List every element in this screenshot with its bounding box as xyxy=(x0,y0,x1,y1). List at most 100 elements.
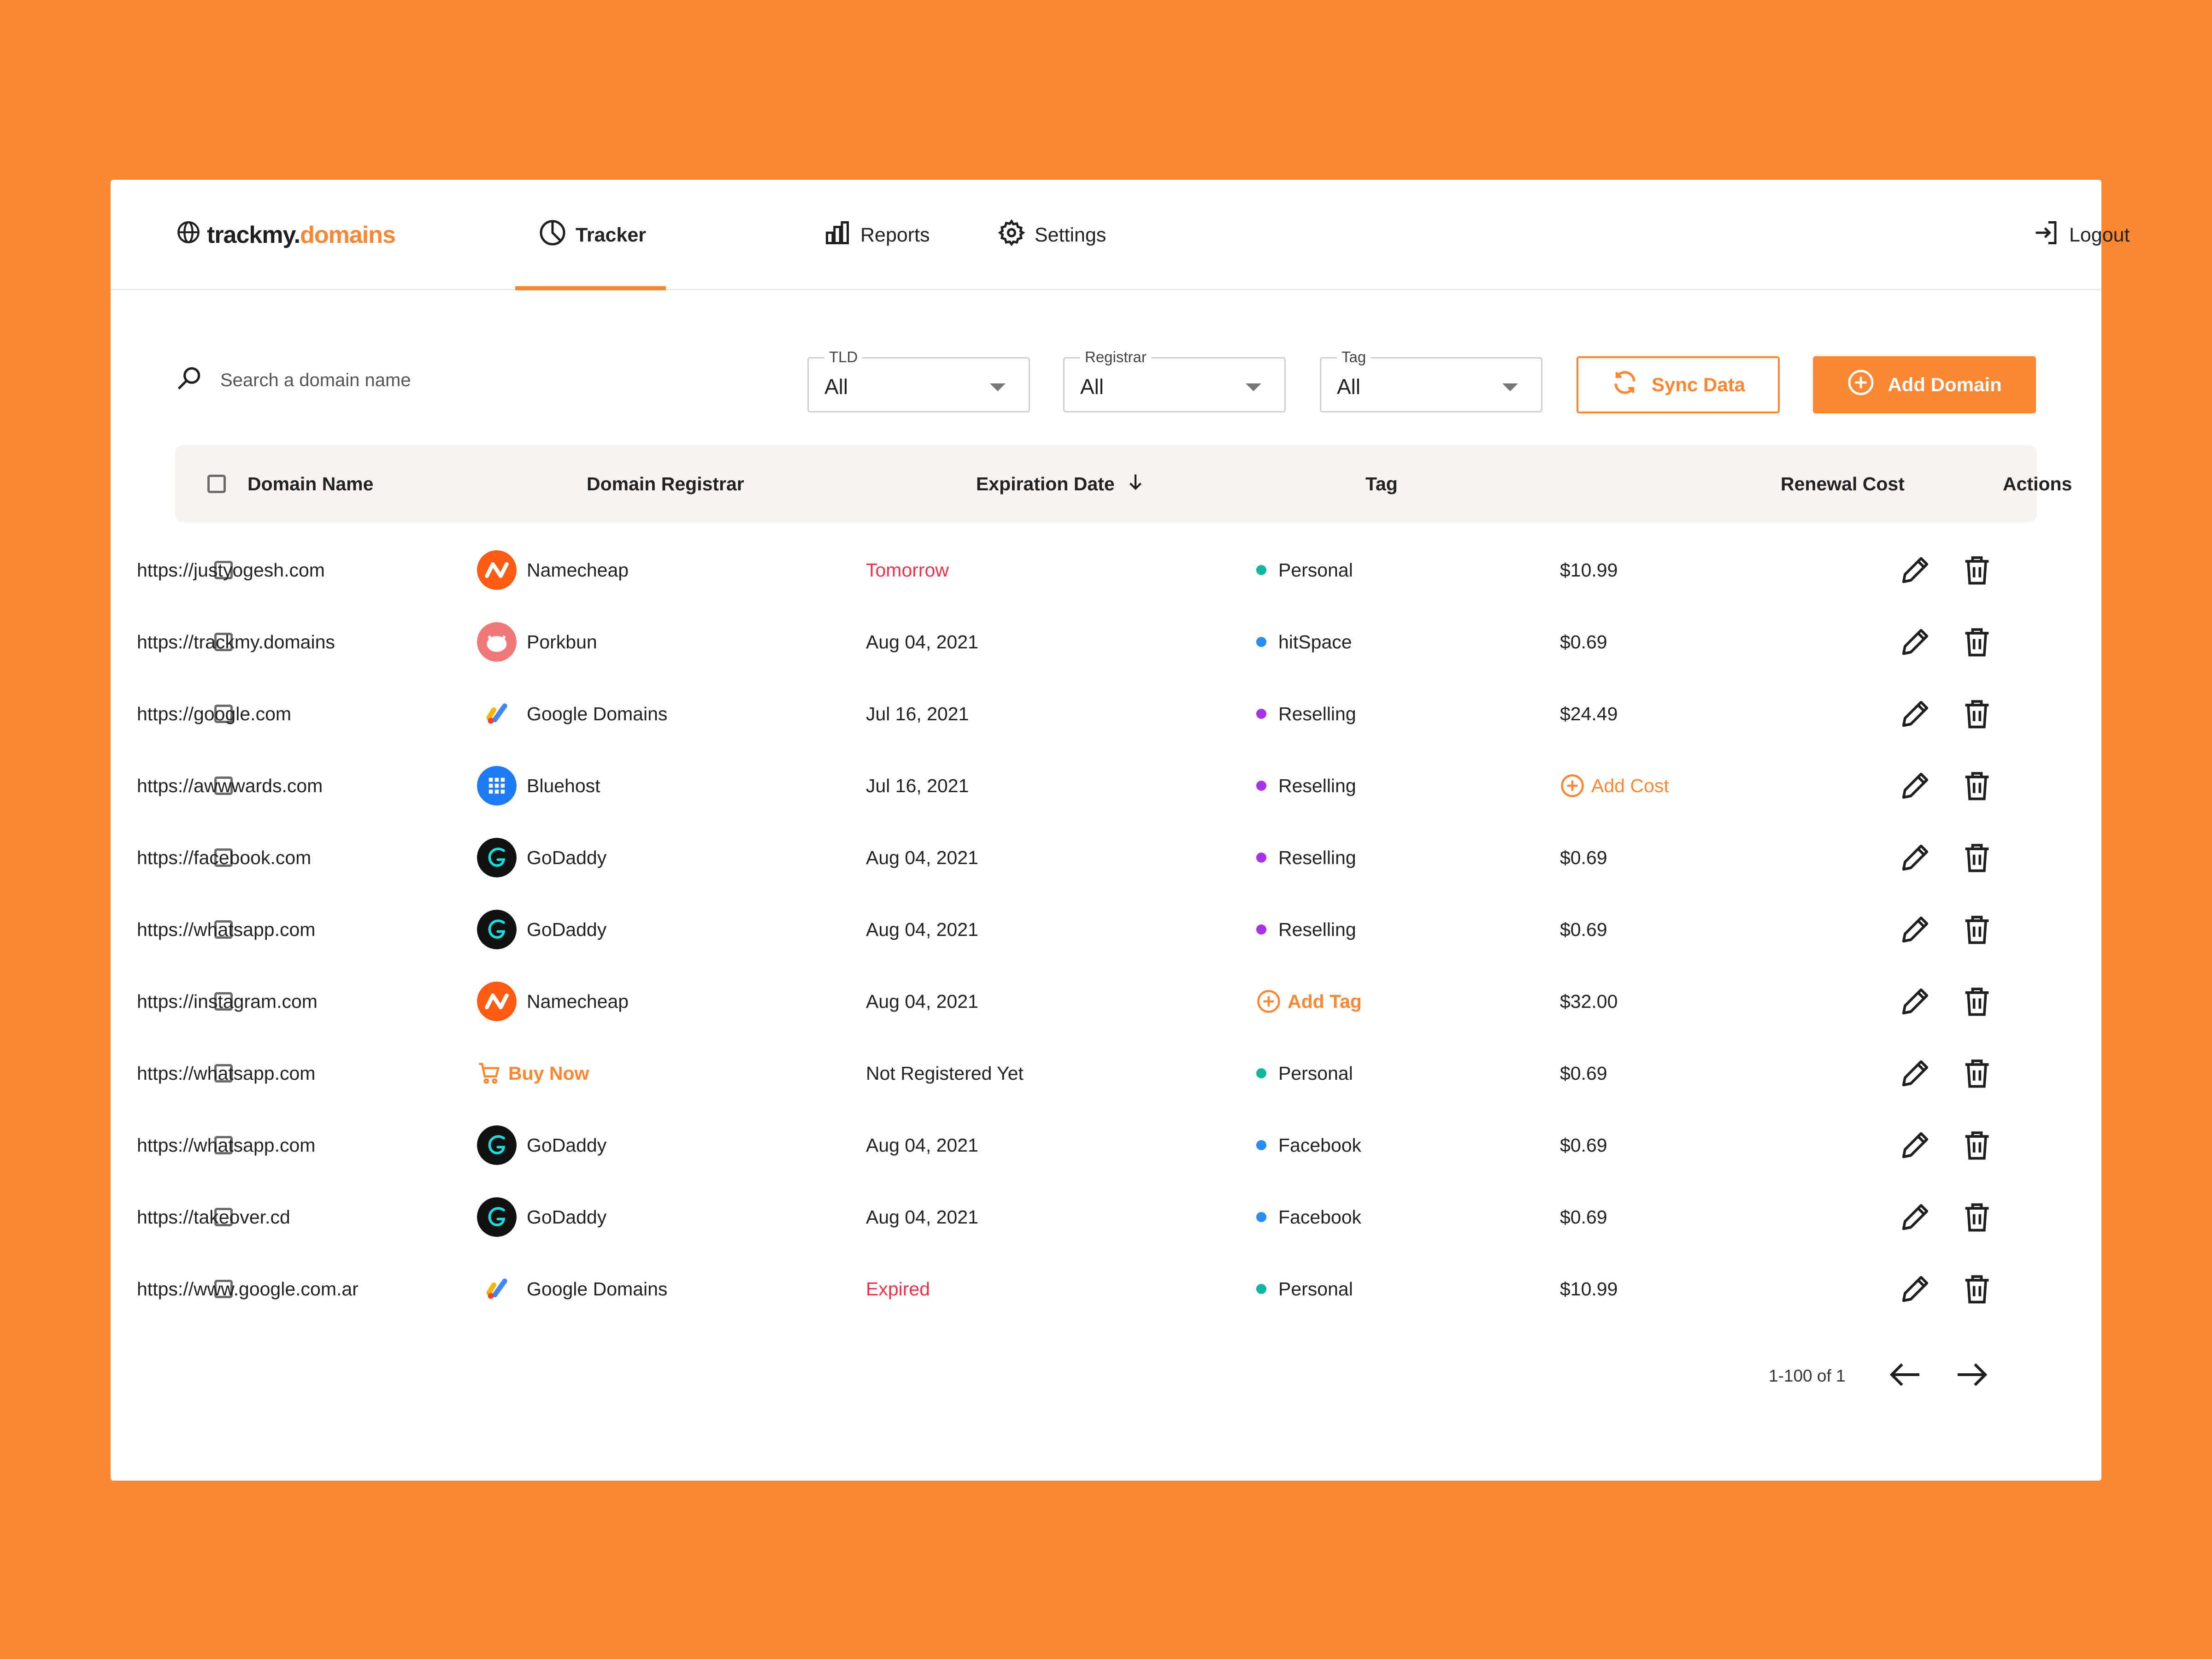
tag-color-dot xyxy=(1256,637,1266,647)
delete-button[interactable] xyxy=(1959,840,1994,875)
registrar-filter-select[interactable]: Registrar All xyxy=(1063,348,1286,412)
table-row[interactable]: https://justyogesh.com Namecheap Tomorrow P… xyxy=(111,534,2101,606)
buy-now-link[interactable]: Buy Now xyxy=(477,1061,589,1086)
delete-button[interactable] xyxy=(1959,768,1994,803)
domain-cell[interactable]: https://awwwards.com xyxy=(137,750,323,822)
registrar-filter-legend: Registrar xyxy=(1080,348,1151,366)
sync-data-button[interactable]: Sync Data xyxy=(1577,356,1780,413)
edit-button[interactable] xyxy=(1898,1200,1933,1235)
edit-button[interactable] xyxy=(1898,1128,1933,1163)
table-row[interactable]: https://facebook.com GoDaddy Aug 04, 2021 R… xyxy=(111,822,2101,894)
delete-button[interactable] xyxy=(1959,1128,1994,1163)
domain-cell[interactable]: https://justyogesh.com xyxy=(137,534,325,606)
renewal-cost-value: $0.69 xyxy=(1560,1062,1607,1084)
domain-cell[interactable]: https://www.google.com.ar xyxy=(137,1253,359,1325)
plus-circle-icon xyxy=(1560,773,1591,798)
delete-button[interactable] xyxy=(1959,624,1994,659)
tag-cell: Reselling xyxy=(1256,750,1356,822)
domain-cell[interactable]: https://whatsapp.com xyxy=(137,1109,315,1181)
expiration-cell: Aug 04, 2021 xyxy=(866,1109,978,1181)
select-all-checkbox[interactable] xyxy=(207,475,226,493)
table-row[interactable]: https://awwwards.com Bluehost Jul 16, 2021… xyxy=(111,750,2101,822)
table-row[interactable]: https://whatsapp.com GoDaddy Aug 04, 2021 F… xyxy=(111,1109,2101,1181)
delete-button[interactable] xyxy=(1959,1200,1994,1235)
tld-filter-select[interactable]: TLD All xyxy=(807,348,1030,412)
domain-cell[interactable]: https://takeover.cd xyxy=(137,1181,290,1253)
column-label: Renewal Cost xyxy=(1781,473,1905,494)
expiration-cell: Expired xyxy=(866,1253,930,1325)
nav-tracker[interactable]: Tracker xyxy=(539,180,646,290)
renewal-cost-value: $0.69 xyxy=(1560,1206,1607,1228)
column-label: Expiration Date xyxy=(976,473,1115,494)
column-header-tag[interactable]: Tag xyxy=(1365,445,1398,523)
expiration-cell: Aug 04, 2021 xyxy=(866,822,978,894)
tag-cell: Personal xyxy=(1256,1037,1353,1109)
delete-button[interactable] xyxy=(1959,696,1994,731)
domain-name: https://takeover.cd xyxy=(137,1206,290,1228)
tag-filter-select[interactable]: Tag All xyxy=(1320,348,1542,412)
registrar-name: GoDaddy xyxy=(527,1134,607,1156)
delete-button[interactable] xyxy=(1959,1056,1994,1091)
sort-arrow-down-icon[interactable] xyxy=(1125,471,1146,497)
delete-button[interactable] xyxy=(1959,912,1994,947)
column-header-expiration[interactable]: Expiration Date xyxy=(976,445,1146,523)
tag-color-dot xyxy=(1256,1068,1266,1078)
registrar-name: Namecheap xyxy=(527,990,629,1012)
edit-button[interactable] xyxy=(1898,840,1933,875)
edit-button[interactable] xyxy=(1898,553,1933,588)
tag-color-dot xyxy=(1256,709,1266,719)
delete-button[interactable] xyxy=(1959,553,1994,588)
expiration-date: Aug 04, 2021 xyxy=(866,1206,978,1228)
table-row[interactable]: https://google.com Google Domains Jul 16, … xyxy=(111,678,2101,750)
pencil-icon xyxy=(1898,1276,1933,1308)
expiration-cell: Aug 04, 2021 xyxy=(866,606,978,678)
edit-button[interactable] xyxy=(1898,768,1933,803)
domain-cell[interactable]: https://google.com xyxy=(137,678,291,750)
brand-logo[interactable]: trackmy.domains xyxy=(176,219,396,251)
tag-label: Reselling xyxy=(1278,847,1356,868)
table-row[interactable]: https://instagram.com Namecheap Aug 04, 20… xyxy=(111,965,2101,1037)
search-input[interactable]: Search a domain name xyxy=(175,364,415,396)
column-header-registrar[interactable]: Domain Registrar xyxy=(587,445,744,523)
expiration-date: Aug 04, 2021 xyxy=(866,847,978,868)
expiration-date: Jul 16, 2021 xyxy=(866,775,969,796)
column-header-domain[interactable]: Domain Name xyxy=(247,445,373,523)
table-row[interactable]: https://whatsapp.com Buy Now Not Registere… xyxy=(111,1037,2101,1109)
registrar-name: GoDaddy xyxy=(527,918,607,940)
column-header-renewal-cost[interactable]: Renewal Cost xyxy=(1781,445,1905,523)
registrar-cell: Bluehost xyxy=(477,750,600,822)
delete-button[interactable] xyxy=(1959,1271,1994,1306)
add-domain-button[interactable]: Add Domain xyxy=(1813,356,2036,413)
edit-button[interactable] xyxy=(1898,624,1933,659)
edit-button[interactable] xyxy=(1898,984,1933,1019)
table-row[interactable]: https://takeover.cd GoDaddy Aug 04, 2021 Fa… xyxy=(111,1181,2101,1253)
edit-button[interactable] xyxy=(1898,912,1933,947)
domain-cell[interactable]: https://facebook.com xyxy=(137,822,311,894)
nav-settings-label: Settings xyxy=(1035,224,1106,246)
edit-button[interactable] xyxy=(1898,1056,1933,1091)
add-cost-link[interactable]: Add Cost xyxy=(1560,773,1669,798)
sync-data-label: Sync Data xyxy=(1651,374,1746,395)
logout-icon xyxy=(2032,219,2060,252)
renewal-cost-cell: $0.69 xyxy=(1560,1037,1607,1109)
next-page-button[interactable] xyxy=(1951,1354,1992,1395)
table-row[interactable]: https://whatsapp.com GoDaddy Aug 04, 2021 R… xyxy=(111,894,2101,965)
domain-cell[interactable]: https://instagram.com xyxy=(137,965,318,1037)
table-row[interactable]: https://www.google.com.ar Google Domains E… xyxy=(111,1253,2101,1325)
nav-settings[interactable]: Settings xyxy=(998,180,1106,290)
logout-button[interactable]: Logout xyxy=(2032,180,2130,290)
delete-button[interactable] xyxy=(1959,984,1994,1019)
tag-label: Personal xyxy=(1278,1278,1353,1300)
table-row[interactable]: https://trackmy.domains Porkbun Aug 04, 20… xyxy=(111,606,2101,678)
plus-circle-icon xyxy=(1256,989,1288,1014)
domain-cell[interactable]: https://whatsapp.com xyxy=(137,894,315,965)
edit-button[interactable] xyxy=(1898,1271,1933,1306)
domain-cell[interactable]: https://whatsapp.com xyxy=(137,1037,315,1109)
edit-button[interactable] xyxy=(1898,696,1933,731)
add-tag-link[interactable]: Add Tag xyxy=(1256,989,1362,1014)
nav-reports[interactable]: Reports xyxy=(824,180,930,290)
domain-cell[interactable]: https://trackmy.domains xyxy=(137,606,335,678)
previous-page-button[interactable] xyxy=(1885,1354,1926,1395)
pencil-icon xyxy=(1898,772,1933,805)
registrar-cell: Google Domains xyxy=(477,678,667,750)
